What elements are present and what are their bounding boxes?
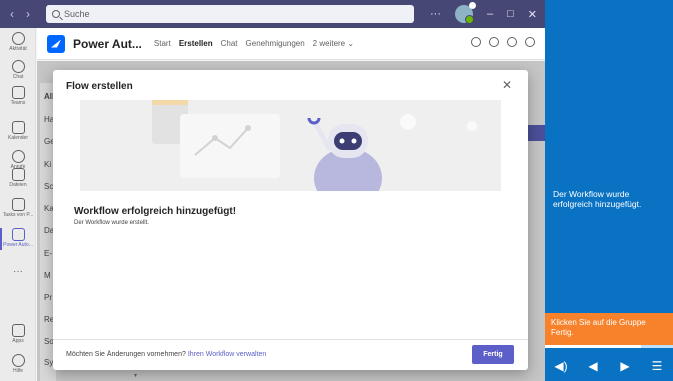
rail-item-files[interactable]: Dateien xyxy=(0,168,36,188)
refresh-icon[interactable] xyxy=(489,37,499,47)
list-item: Sy xyxy=(44,358,54,367)
calendar-icon xyxy=(11,121,25,134)
list-item: M xyxy=(44,271,51,280)
avatar[interactable] xyxy=(455,2,476,24)
rail-item-more[interactable]: ··· xyxy=(0,266,36,277)
popout-icon[interactable] xyxy=(471,37,481,47)
rail-item-help[interactable]: Hilfe xyxy=(0,354,36,374)
history-nav: ‹ › xyxy=(0,7,46,21)
footer-text: Möchten Sie Änderungen vornehmen? Ihren … xyxy=(66,351,266,358)
search-icon xyxy=(52,10,60,18)
phone-icon xyxy=(11,150,25,163)
rail-item-calendar[interactable]: Kalender xyxy=(0,121,36,141)
tab-create[interactable]: Erstellen xyxy=(179,39,213,48)
tab-start[interactable]: Start xyxy=(154,39,171,48)
tab-more[interactable]: 2 weitere ⌄ xyxy=(313,39,354,48)
rail-item-activity[interactable]: Aktivität xyxy=(0,32,36,52)
chat-icon xyxy=(11,60,25,73)
tutorial-message: Der Workflow wurde erfolgreich hinzugefü… xyxy=(553,189,642,209)
more-options-button[interactable]: ··· xyxy=(430,8,441,20)
teams-icon xyxy=(11,86,25,99)
rail-item-chat[interactable]: Chat xyxy=(0,60,36,80)
bell-icon xyxy=(11,32,25,45)
close-icon[interactable]: ✕ xyxy=(502,79,512,91)
list-item: E- xyxy=(44,249,52,258)
power-automate-icon xyxy=(11,228,25,241)
list-item: Sc xyxy=(44,182,54,191)
list-item: Pr xyxy=(44,293,52,302)
close-window-button[interactable]: ✕ xyxy=(528,8,537,21)
help-icon xyxy=(11,354,25,367)
robot-illustration-icon xyxy=(152,100,477,191)
app-name: Power Aut... xyxy=(73,36,142,51)
rail-item-teams[interactable]: Teams xyxy=(0,86,36,106)
app-rail: Aktivität Chat Teams Kalender Anrufe Dat… xyxy=(0,28,36,381)
tutorial-progress-fill xyxy=(545,345,641,348)
rail-item-apps[interactable]: Apps xyxy=(0,324,36,344)
success-subtitle: Der Workflow wurde erstellt. xyxy=(74,220,149,226)
menu-icon[interactable]: ☰ xyxy=(647,359,667,373)
globe-icon[interactable] xyxy=(525,37,535,47)
flow-create-dialog: Flow erstellen ✕ Workflow erfolgreich hi… xyxy=(53,70,528,370)
success-illustration xyxy=(80,100,501,191)
tasks-icon xyxy=(11,198,25,211)
search-placeholder: Suche xyxy=(64,9,90,19)
tutorial-panel: Der Workflow wurde erfolgreich hinzugefü… xyxy=(545,0,673,381)
minimize-button[interactable]: – xyxy=(487,8,493,20)
list-item: Ki xyxy=(44,160,52,169)
teams-title-bar: ‹ › Suche ··· – □ ✕ xyxy=(0,0,545,28)
maximize-button[interactable]: □ xyxy=(507,8,514,20)
rail-item-calls[interactable]: Anrufe xyxy=(0,150,36,170)
dialog-footer: Möchten Sie Änderungen vornehmen? Ihren … xyxy=(53,339,528,370)
success-title: Workflow erfolgreich hinzugefügt! xyxy=(74,206,237,217)
apps-icon xyxy=(11,324,25,337)
done-button[interactable]: Fertig xyxy=(472,345,514,364)
notification-dot-icon xyxy=(469,2,476,9)
rail-item-tasks[interactable]: Tasks von P... xyxy=(0,198,36,218)
tutorial-controls: ◀) ◀ ▶ ☰ xyxy=(545,350,673,381)
tab-approvals[interactable]: Genehmigungen xyxy=(246,39,305,48)
previous-step-icon[interactable]: ◀ xyxy=(583,359,603,373)
back-arrow-icon[interactable]: ‹ xyxy=(10,7,14,21)
tutorial-hint: Klicken Sie auf die Gruppe Fertig. xyxy=(545,313,673,345)
search-box[interactable]: Suche xyxy=(46,5,414,23)
info-icon[interactable] xyxy=(507,37,517,47)
rail-item-power-automate[interactable]: Power Auto... xyxy=(0,228,36,250)
tutorial-progress-bar xyxy=(545,345,673,348)
next-step-icon[interactable]: ▶ xyxy=(615,359,635,373)
volume-icon[interactable]: ◀) xyxy=(551,359,571,373)
forward-arrow-icon[interactable]: › xyxy=(26,7,30,21)
manage-workflow-link[interactable]: Ihren Workflow verwalten xyxy=(188,351,266,358)
footer-question: Möchten Sie Änderungen vornehmen? xyxy=(66,351,186,358)
chevron-down-icon: ▾ xyxy=(134,373,138,379)
app-header: Power Aut... Start Erstellen Chat Genehm… xyxy=(37,28,545,60)
file-icon xyxy=(11,168,25,181)
power-automate-logo-icon xyxy=(47,34,65,53)
tab-chat[interactable]: Chat xyxy=(221,39,238,48)
dialog-title: Flow erstellen xyxy=(66,81,133,92)
